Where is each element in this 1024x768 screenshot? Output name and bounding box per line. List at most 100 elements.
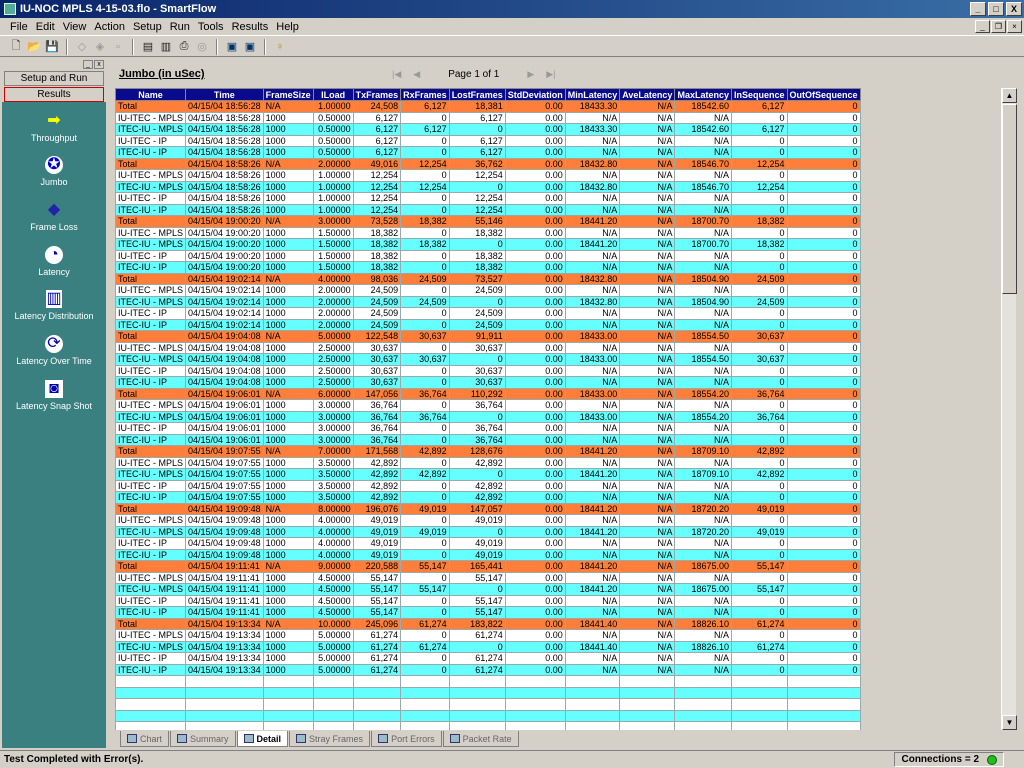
menu-action[interactable]: Action bbox=[90, 21, 129, 33]
table-row[interactable]: Total 04/15/04 18:58:26 N/A 2.00000 49,016 12… bbox=[115, 157, 861, 170]
nav-item-jumbo[interactable]: ✪ Jumbo bbox=[2, 156, 106, 187]
table-row[interactable]: IU-ITEC - MPLS 04/15/04 19:07:55 1000 3.500… bbox=[115, 456, 861, 469]
mdi-minimize-button[interactable]: _ bbox=[975, 20, 990, 33]
column-header[interactable]: Time bbox=[185, 88, 264, 101]
tab-summary[interactable]: Summary bbox=[170, 731, 236, 747]
nav-item-frame-loss[interactable]: ◆ Frame Loss bbox=[2, 201, 106, 232]
mdi-restore-button[interactable]: ❐ bbox=[991, 20, 1006, 33]
menu-edit[interactable]: Edit bbox=[32, 21, 59, 33]
table-row[interactable]: Total 04/15/04 19:02:14 N/A 4.00000 98,036 24… bbox=[115, 272, 861, 285]
table-row[interactable]: IU-ITEC - IP 04/15/04 19:04:08 1000 2.50000… bbox=[115, 364, 861, 377]
mdi-close-button[interactable]: × bbox=[1007, 20, 1022, 33]
table-row[interactable]: ITEC-IU - MPLS 04/15/04 19:00:20 1000 1.500… bbox=[115, 238, 861, 251]
table-row[interactable]: IU-ITEC - MPLS 04/15/04 19:00:20 1000 1.500… bbox=[115, 226, 861, 239]
table-row[interactable]: Total 04/15/04 18:56:28 N/A 1.00000 24,508 6,… bbox=[115, 100, 861, 113]
table-row[interactable]: IU-ITEC - IP 04/15/04 19:02:14 1000 2.00000… bbox=[115, 307, 861, 320]
table-row[interactable]: IU-ITEC - MPLS 04/15/04 19:06:01 1000 3.000… bbox=[115, 399, 861, 412]
table-row[interactable]: IU-ITEC - IP 04/15/04 19:06:01 1000 3.00000… bbox=[115, 422, 861, 435]
panel-minimize-button[interactable]: _ bbox=[83, 60, 93, 69]
menu-run[interactable]: Run bbox=[166, 21, 194, 33]
table-row[interactable]: ITEC-IU - IP 04/15/04 19:02:14 1000 2.00000… bbox=[115, 318, 861, 331]
help-icon[interactable]: ♀ bbox=[272, 39, 288, 55]
tab-stray-frames[interactable]: Stray Frames bbox=[289, 731, 371, 747]
column-header[interactable]: Name bbox=[115, 88, 187, 101]
table-row[interactable]: IU-ITEC - IP 04/15/04 19:09:48 1000 4.00000… bbox=[115, 537, 861, 550]
table-row[interactable]: ITEC-IU - MPLS 04/15/04 19:06:01 1000 3.000… bbox=[115, 410, 861, 423]
table-row[interactable]: IU-ITEC - IP 04/15/04 19:07:55 1000 3.50000… bbox=[115, 479, 861, 492]
tab-packet-rate[interactable]: Packet Rate bbox=[442, 731, 519, 747]
tab-setup-and-run[interactable]: Setup and Run bbox=[4, 71, 104, 86]
table-row[interactable]: ITEC-IU - MPLS 04/15/04 19:04:08 1000 2.500… bbox=[115, 353, 861, 366]
nav-item-throughput[interactable]: ➡ Throughput bbox=[2, 112, 106, 143]
table-row[interactable]: ITEC-IU - IP 04/15/04 18:56:28 1000 0.50000… bbox=[115, 146, 861, 159]
minimize-button[interactable]: _ bbox=[970, 2, 986, 16]
table-row[interactable]: IU-ITEC - MPLS 04/15/04 18:58:26 1000 1.000… bbox=[115, 169, 861, 182]
tab-chart[interactable]: Chart bbox=[120, 731, 170, 747]
column-header[interactable]: OutOfSequence bbox=[786, 88, 861, 101]
table-row[interactable]: ITEC-IU - IP 04/15/04 19:07:55 1000 3.50000… bbox=[115, 491, 861, 504]
next-page-icon[interactable]: ▶ bbox=[527, 69, 534, 80]
column-header[interactable]: FrameSize bbox=[262, 88, 314, 101]
menu-results[interactable]: Results bbox=[228, 21, 273, 33]
monitor-icon[interactable]: ▣ bbox=[224, 39, 240, 55]
menu-view[interactable]: View bbox=[59, 21, 91, 33]
copy-icon[interactable]: ◈ bbox=[92, 39, 108, 55]
column-header[interactable]: MinLatency bbox=[564, 88, 621, 101]
table-row[interactable]: Total 04/15/04 19:07:55 N/A 7.00000 171,568 4… bbox=[115, 445, 861, 458]
scroll-thumb[interactable] bbox=[1002, 104, 1017, 294]
table-row[interactable]: Total 04/15/04 19:09:48 N/A 8.00000 196,076 4… bbox=[115, 502, 861, 515]
close-button[interactable]: X bbox=[1006, 2, 1022, 16]
tab-port-errors[interactable]: Port Errors bbox=[371, 731, 442, 747]
table-row[interactable]: ITEC-IU - IP 04/15/04 19:09:48 1000 4.00000… bbox=[115, 548, 861, 561]
open-icon[interactable]: 📂 bbox=[26, 39, 42, 55]
panel-close-button[interactable]: x bbox=[94, 60, 104, 69]
column-header[interactable]: LostFrames bbox=[448, 88, 506, 101]
scroll-up-icon[interactable]: ▲ bbox=[1002, 88, 1017, 103]
table-row[interactable]: IU-ITEC - MPLS 04/15/04 19:09:48 1000 4.000… bbox=[115, 514, 861, 527]
column-header[interactable]: InSequence bbox=[730, 88, 788, 101]
table-row[interactable]: IU-ITEC - MPLS 04/15/04 19:11:41 1000 4.500… bbox=[115, 571, 861, 584]
tab-results[interactable]: Results bbox=[4, 87, 104, 102]
nav-item-latency[interactable]: ◔ Latency bbox=[2, 246, 106, 277]
table-row[interactable]: ITEC-IU - MPLS 04/15/04 19:09:48 1000 4.000… bbox=[115, 525, 861, 538]
tab-detail[interactable]: Detail bbox=[236, 731, 289, 747]
nav-item-latency-snap-shot[interactable]: ◙ Latency Snap Shot bbox=[2, 380, 106, 411]
vertical-scrollbar[interactable]: ▲ ▼ bbox=[1001, 88, 1017, 730]
table-row[interactable]: Total 04/15/04 19:00:20 N/A 3.00000 73,528 18… bbox=[115, 215, 861, 228]
paste-icon[interactable]: ▫ bbox=[110, 39, 126, 55]
table-row[interactable]: ITEC-IU - MPLS 04/15/04 19:07:55 1000 3.500… bbox=[115, 468, 861, 481]
last-page-icon[interactable]: ▶| bbox=[546, 69, 555, 80]
table-row[interactable]: IU-ITEC - MPLS 04/15/04 19:04:08 1000 2.500… bbox=[115, 341, 861, 354]
scroll-down-icon[interactable]: ▼ bbox=[1002, 715, 1017, 730]
column-header[interactable]: StdDeviation bbox=[504, 88, 566, 101]
save-icon[interactable]: 💾 bbox=[44, 39, 60, 55]
table-row[interactable]: IU-ITEC - MPLS 04/15/04 19:02:14 1000 2.000… bbox=[115, 284, 861, 297]
table-row[interactable]: ITEC-IU - IP 04/15/04 19:00:20 1000 1.50000… bbox=[115, 261, 861, 274]
table-row[interactable]: Total 04/15/04 19:06:01 N/A 6.00000 147,056 3… bbox=[115, 387, 861, 400]
table-row[interactable]: Total 04/15/04 19:11:41 N/A 9.00000 220,588 5… bbox=[115, 560, 861, 573]
table-row[interactable]: ITEC-IU - IP 04/15/04 19:11:41 1000 4.50000… bbox=[115, 606, 861, 619]
prev-page-icon[interactable]: ◀ bbox=[413, 69, 420, 80]
table-row[interactable]: IU-ITEC - MPLS 04/15/04 19:13:34 1000 5.000… bbox=[115, 629, 861, 642]
export-icon[interactable]: ⎙ bbox=[176, 39, 192, 55]
network-icon[interactable]: ◎ bbox=[194, 39, 210, 55]
preview-icon[interactable]: ▤ bbox=[140, 39, 156, 55]
table-row[interactable]: IU-ITEC - IP 04/15/04 19:13:34 1000 5.00000… bbox=[115, 652, 861, 665]
menu-file[interactable]: File bbox=[6, 21, 32, 33]
table-row[interactable]: Total 04/15/04 19:04:08 N/A 5.00000 122,548 3… bbox=[115, 330, 861, 343]
table-row[interactable]: ITEC-IU - MPLS 04/15/04 19:02:14 1000 2.000… bbox=[115, 295, 861, 308]
menu-setup[interactable]: Setup bbox=[129, 21, 166, 33]
table-row[interactable]: ITEC-IU - IP 04/15/04 18:58:26 1000 1.00000… bbox=[115, 203, 861, 216]
nav-item-latency-over-time[interactable]: ⟳ Latency Over Time bbox=[2, 335, 106, 366]
table-row[interactable]: Total 04/15/04 19:13:34 N/A 10.0000 245,096 6… bbox=[115, 617, 861, 630]
table-row[interactable]: ITEC-IU - MPLS 04/15/04 19:11:41 1000 4.500… bbox=[115, 583, 861, 596]
table-row[interactable]: IU-ITEC - IP 04/15/04 18:56:28 1000 0.50000… bbox=[115, 134, 861, 147]
table-row[interactable]: ITEC-IU - MPLS 04/15/04 19:13:34 1000 5.000… bbox=[115, 640, 861, 653]
first-page-icon[interactable]: |◀ bbox=[392, 69, 401, 80]
maximize-button[interactable]: □ bbox=[988, 2, 1004, 16]
table-row[interactable]: IU-ITEC - MPLS 04/15/04 18:56:28 1000 0.500… bbox=[115, 111, 861, 124]
table-row[interactable]: IU-ITEC - IP 04/15/04 19:11:41 1000 4.50000… bbox=[115, 594, 861, 607]
table-row[interactable]: ITEC-IU - MPLS 04/15/04 18:58:26 1000 1.000… bbox=[115, 180, 861, 193]
new-icon[interactable]: 🗋 bbox=[8, 39, 24, 55]
nav-item-latency-distribution[interactable]: ▥ Latency Distribution bbox=[2, 290, 106, 321]
